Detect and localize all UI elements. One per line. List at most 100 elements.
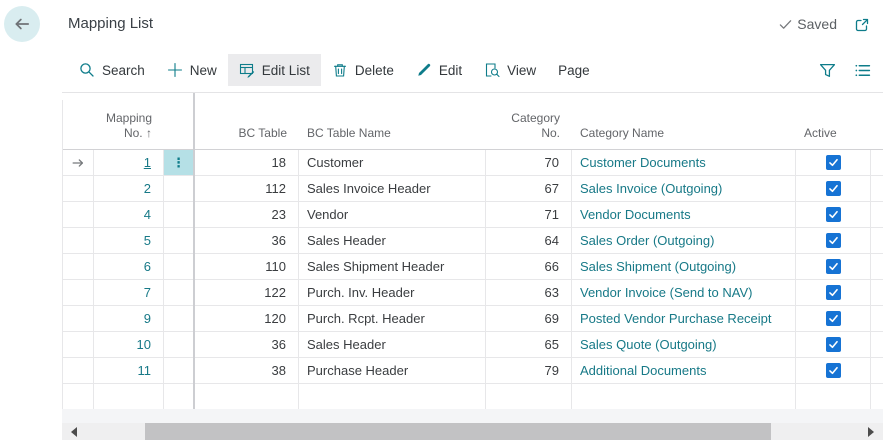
bc-table-cell[interactable]: 36	[197, 332, 299, 358]
row-selector-cell[interactable]	[63, 358, 94, 384]
row-selector-cell[interactable]	[63, 202, 94, 228]
category-no-cell[interactable]: 67	[486, 176, 572, 202]
category-no-cell[interactable]: 69	[486, 306, 572, 332]
page-menu-button[interactable]: Page	[547, 55, 601, 86]
mapping-no-link[interactable]: 1	[144, 155, 151, 170]
scrollbar-thumb[interactable]	[145, 423, 771, 440]
popout-button[interactable]	[854, 17, 870, 33]
active-cell[interactable]	[796, 332, 871, 358]
mapping-no-link[interactable]: 4	[144, 207, 151, 222]
row-options-cell[interactable]: ⋮	[164, 228, 194, 254]
bc-table-cell[interactable]	[197, 384, 299, 410]
bc-table-name-cell[interactable]: Sales Invoice Header	[299, 176, 486, 202]
mapping-no-cell[interactable]: 6	[94, 254, 164, 280]
search-button[interactable]: Search	[68, 54, 156, 86]
category-name-cell[interactable]: Sales Shipment (Outgoing)	[572, 254, 796, 280]
choose-columns-button[interactable]	[850, 58, 875, 83]
mapping-no-cell[interactable]: 5	[94, 228, 164, 254]
category-name-cell[interactable]: Sales Invoice (Outgoing)	[572, 176, 796, 202]
row-selector-cell[interactable]	[63, 332, 94, 358]
mapping-no-cell[interactable]: 7	[94, 280, 164, 306]
mapping-no-cell[interactable]: 2	[94, 176, 164, 202]
active-cell[interactable]	[796, 202, 871, 228]
active-checkbox[interactable]	[826, 259, 841, 274]
active-checkbox[interactable]	[826, 181, 841, 196]
bc-table-name-cell[interactable]	[299, 384, 486, 410]
category-no-cell[interactable]: 71	[486, 202, 572, 228]
row-options-cell[interactable]: ⋮	[164, 150, 194, 176]
row-selector-cell[interactable]	[63, 254, 94, 280]
row-options-cell[interactable]: ⋮	[164, 280, 194, 306]
category-name-cell[interactable]: Sales Order (Outgoing)	[572, 228, 796, 254]
row-selector-cell[interactable]	[63, 306, 94, 332]
active-checkbox[interactable]	[826, 233, 841, 248]
bc-table-cell[interactable]: 120	[197, 306, 299, 332]
active-checkbox[interactable]	[826, 363, 841, 378]
active-checkbox[interactable]	[826, 311, 841, 326]
row-options-cell[interactable]: ⋮	[164, 254, 194, 280]
mapping-no-cell[interactable]: 11	[94, 358, 164, 384]
category-name-cell[interactable]: Posted Vendor Purchase Receipt	[572, 306, 796, 332]
bc-table-cell[interactable]: 112	[197, 176, 299, 202]
active-cell[interactable]	[796, 358, 871, 384]
active-checkbox[interactable]	[826, 337, 841, 352]
bc-table-name-cell[interactable]: Purchase Header	[299, 358, 486, 384]
mapping-no-column-header[interactable]: Mapping No. ↑	[94, 111, 164, 149]
active-cell[interactable]	[796, 306, 871, 332]
active-cell[interactable]	[796, 254, 871, 280]
bc-table-column-header[interactable]: BC Table	[197, 126, 299, 149]
active-cell[interactable]	[796, 228, 871, 254]
bc-table-cell[interactable]: 122	[197, 280, 299, 306]
category-no-cell[interactable]	[486, 384, 572, 410]
bc-table-cell[interactable]: 110	[197, 254, 299, 280]
category-no-cell[interactable]: 66	[486, 254, 572, 280]
active-column-header[interactable]: Active	[796, 126, 871, 149]
new-button[interactable]: New	[156, 54, 228, 86]
mapping-no-cell[interactable]: 9	[94, 306, 164, 332]
active-cell[interactable]	[796, 176, 871, 202]
active-cell[interactable]	[796, 280, 871, 306]
row-options-cell[interactable]: ⋮	[164, 358, 194, 384]
bc-table-name-cell[interactable]: Vendor	[299, 202, 486, 228]
row-options-cell[interactable]: ⋮	[164, 176, 194, 202]
row-selector-cell[interactable]	[63, 150, 94, 176]
mapping-no-link[interactable]: 9	[144, 311, 151, 326]
bc-table-name-cell[interactable]: Purch. Rcpt. Header	[299, 306, 486, 332]
row-selector-cell[interactable]	[63, 384, 94, 410]
edit-button[interactable]: Edit	[405, 54, 473, 86]
row-options-cell[interactable]: ⋮	[164, 332, 194, 358]
delete-button[interactable]: Delete	[321, 54, 405, 86]
bc-table-cell[interactable]: 18	[197, 150, 299, 176]
category-name-column-header[interactable]: Category Name	[572, 126, 796, 149]
category-no-column-header[interactable]: Category No.	[486, 111, 572, 149]
bc-table-cell[interactable]: 38	[197, 358, 299, 384]
bc-table-cell[interactable]: 23	[197, 202, 299, 228]
mapping-no-link[interactable]: 6	[144, 259, 151, 274]
row-selector-cell[interactable]	[63, 280, 94, 306]
active-cell[interactable]	[796, 384, 871, 410]
mapping-no-cell[interactable]: 10	[94, 332, 164, 358]
row-options-cell[interactable]: ⋮	[164, 384, 194, 410]
mapping-no-cell[interactable]: 1	[94, 150, 164, 176]
view-button[interactable]: View	[473, 54, 547, 86]
category-name-cell[interactable]: Sales Quote (Outgoing)	[572, 332, 796, 358]
horizontal-scrollbar[interactable]	[62, 423, 883, 440]
category-no-cell[interactable]: 65	[486, 332, 572, 358]
category-no-cell[interactable]: 63	[486, 280, 572, 306]
filter-button[interactable]	[815, 58, 840, 83]
mapping-no-cell[interactable]: 4	[94, 202, 164, 228]
bc-table-name-cell[interactable]: Customer	[299, 150, 486, 176]
row-selector-cell[interactable]	[63, 176, 94, 202]
category-name-cell[interactable]: Additional Documents	[572, 358, 796, 384]
bc-table-name-column-header[interactable]: BC Table Name	[299, 126, 486, 149]
category-no-cell[interactable]: 70	[486, 150, 572, 176]
active-cell[interactable]	[796, 150, 871, 176]
active-checkbox[interactable]	[826, 155, 841, 170]
category-no-cell[interactable]: 64	[486, 228, 572, 254]
scroll-right-arrow[interactable]	[868, 427, 874, 437]
mapping-no-link[interactable]: 10	[137, 337, 151, 352]
mapping-no-link[interactable]: 5	[144, 233, 151, 248]
edit-list-button[interactable]: Edit List	[228, 54, 321, 86]
mapping-no-link[interactable]: 2	[144, 181, 151, 196]
bc-table-cell[interactable]: 36	[197, 228, 299, 254]
